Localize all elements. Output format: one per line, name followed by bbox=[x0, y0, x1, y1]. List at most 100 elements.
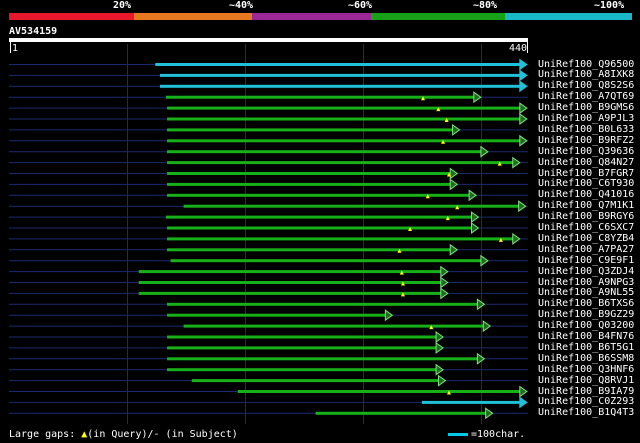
hit-end-arrow bbox=[519, 102, 528, 115]
hit-label[interactable]: UniRef100_Q8S2S6 bbox=[538, 80, 634, 91]
hit-label[interactable]: UniRef100_B9IA79 bbox=[538, 386, 634, 397]
identity-label-60: ~60% bbox=[348, 0, 373, 11]
hit-label[interactable]: UniRef100_C0Z293 bbox=[538, 396, 634, 407]
identity-segment bbox=[505, 13, 632, 20]
gaps-legend-text: (in Query)/- (in Subject) bbox=[87, 429, 238, 440]
hit-end-arrow bbox=[519, 80, 528, 93]
hit-label[interactable]: UniRef100_B6SSM8 bbox=[538, 353, 634, 364]
hit-end-arrow bbox=[519, 58, 528, 71]
hit-bar bbox=[167, 193, 472, 197]
hit-label[interactable]: UniRef100_B4FN76 bbox=[538, 331, 634, 342]
hit-bar bbox=[159, 73, 522, 77]
hit-label[interactable]: UniRef100_B9GZ29 bbox=[538, 309, 634, 320]
hit-label[interactable]: UniRef100_C8YZB4 bbox=[538, 233, 634, 244]
hit-bar bbox=[167, 139, 522, 143]
hit-bar bbox=[167, 226, 474, 230]
identity-label-100: ~100% bbox=[594, 0, 625, 11]
identity-segment bbox=[134, 13, 252, 20]
hit-bar bbox=[138, 270, 443, 274]
hit-bar bbox=[155, 63, 522, 66]
hit-label[interactable]: UniRef100_A9PJL3 bbox=[538, 113, 634, 124]
hit-bar bbox=[421, 400, 522, 404]
hit-label[interactable]: UniRef100_Q96500 bbox=[538, 59, 634, 70]
hit-bar bbox=[191, 379, 441, 383]
hit-end-arrow bbox=[476, 352, 486, 365]
hit-bar bbox=[167, 368, 439, 372]
hit-end-arrow bbox=[485, 407, 494, 420]
hit-label[interactable]: UniRef100_B9RGY6 bbox=[538, 211, 634, 222]
hit-end-arrow bbox=[512, 156, 521, 169]
identity-segment bbox=[252, 13, 371, 20]
hit-end-arrow bbox=[452, 123, 461, 136]
gaps-legend: Large gaps: ▲(in Query)/- (in Subject) bbox=[9, 429, 238, 441]
scale-label: =100char. bbox=[471, 429, 526, 440]
hit-label[interactable]: UniRef100_Q41016 bbox=[538, 189, 634, 200]
hit-bar bbox=[167, 357, 480, 361]
hit-end-arrow bbox=[476, 298, 486, 311]
hit-bar bbox=[167, 346, 439, 350]
hit-label[interactable]: UniRef100_A8IXK8 bbox=[538, 69, 634, 80]
hit-end-arrow bbox=[384, 309, 394, 322]
hit-label[interactable]: UniRef100_B9GMS6 bbox=[538, 102, 634, 113]
scale-bar-icon bbox=[448, 432, 468, 436]
hit-bar bbox=[237, 390, 522, 393]
hit-label[interactable]: UniRef100_A9NPG3 bbox=[538, 277, 634, 288]
hit-label[interactable]: UniRef100_B7FGR7 bbox=[538, 168, 634, 179]
gaps-legend-prefix: Large gaps: bbox=[9, 429, 82, 440]
hit-bar bbox=[165, 95, 476, 99]
hit-bar bbox=[167, 182, 453, 186]
hit-label[interactable]: UniRef100_Q8RVJ1 bbox=[538, 375, 634, 386]
hit-end-arrow bbox=[519, 113, 528, 125]
hit-end-arrow bbox=[480, 145, 489, 158]
scale-legend: =100char. bbox=[448, 429, 525, 441]
query-start-label: 1 bbox=[12, 43, 19, 54]
hit-bar bbox=[138, 291, 443, 295]
hit-label[interactable]: UniRef100_B1Q4T3 bbox=[538, 407, 634, 418]
hit-end-arrow bbox=[482, 320, 492, 333]
hit-label[interactable]: UniRef100_B9RFZ2 bbox=[538, 135, 634, 146]
hit-bar bbox=[167, 106, 522, 110]
hit-label[interactable]: UniRef100_C6SXC7 bbox=[538, 222, 634, 233]
hit-end-arrow bbox=[449, 243, 459, 256]
hit-bar bbox=[167, 172, 453, 175]
hit-label[interactable]: UniRef100_C9E9F1 bbox=[538, 255, 634, 266]
hit-label[interactable]: UniRef100_Q03200 bbox=[538, 320, 634, 331]
hit-end-arrow bbox=[519, 69, 528, 82]
hit-end-arrow bbox=[519, 134, 528, 147]
identity-segment bbox=[9, 13, 134, 20]
identity-label-40: ~40% bbox=[229, 0, 254, 11]
hit-label[interactable]: UniRef100_B0L633 bbox=[538, 124, 634, 135]
query-end-label: 440 bbox=[509, 43, 528, 54]
hit-bar bbox=[138, 281, 443, 284]
identity-segment bbox=[371, 13, 505, 20]
hit-label[interactable]: UniRef100_Q3ZDJ4 bbox=[538, 266, 634, 277]
hit-label[interactable]: UniRef100_B6T5G1 bbox=[538, 342, 634, 353]
hit-end-arrow bbox=[470, 211, 480, 224]
hit-label[interactable]: UniRef100_C6T930 bbox=[538, 178, 634, 189]
hit-end-arrow bbox=[449, 178, 459, 191]
hit-label[interactable]: UniRef100_Q39636 bbox=[538, 146, 634, 157]
hit-end-arrow bbox=[449, 167, 459, 180]
hit-label[interactable]: UniRef100_B6TXS6 bbox=[538, 298, 634, 309]
hit-end-arrow bbox=[437, 374, 447, 387]
hit-label[interactable]: UniRef100_Q3HNF6 bbox=[538, 364, 634, 375]
hit-end-arrow bbox=[519, 396, 528, 409]
hit-bar bbox=[183, 324, 486, 328]
hit-end-arrow bbox=[435, 341, 444, 354]
hit-label[interactable]: UniRef100_A9NL55 bbox=[538, 287, 634, 298]
hit-label[interactable]: UniRef100_A7PA27 bbox=[538, 244, 634, 255]
hit-label[interactable]: UniRef100_A7QT69 bbox=[538, 91, 634, 102]
hit-end-arrow bbox=[435, 331, 444, 343]
query-name: AV534159 bbox=[9, 26, 58, 37]
hit-bar bbox=[167, 117, 522, 121]
hit-label[interactable]: UniRef100_Q84N27 bbox=[538, 157, 634, 168]
hit-bar bbox=[183, 204, 521, 208]
hit-end-arrow bbox=[470, 222, 480, 234]
hit-bar bbox=[167, 335, 439, 339]
hit-end-arrow bbox=[435, 363, 444, 376]
hit-end-arrow bbox=[519, 385, 528, 398]
hit-bar bbox=[167, 302, 480, 306]
hit-bar bbox=[167, 128, 455, 132]
hit-label[interactable]: UniRef100_Q7M1K1 bbox=[538, 200, 634, 211]
blast-graphic-overview: 20% ~40% ~60% ~80% ~100% AV534159 1 440 … bbox=[0, 0, 640, 443]
